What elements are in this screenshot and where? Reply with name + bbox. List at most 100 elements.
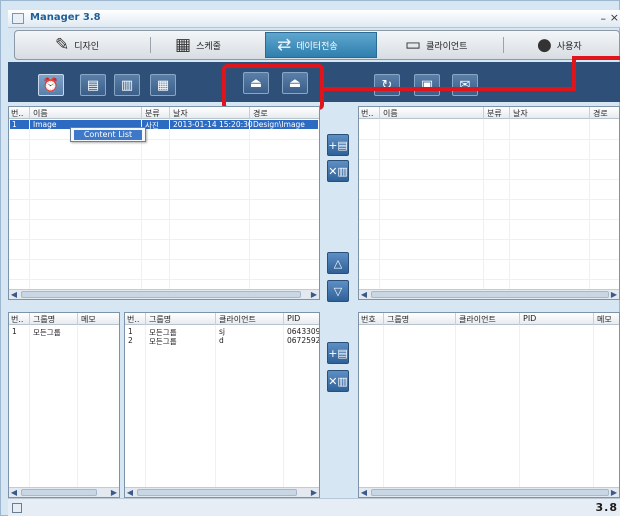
column-header[interactable]: PID bbox=[523, 314, 536, 323]
move-down-button[interactable]: ▽ bbox=[327, 280, 349, 302]
column-header[interactable]: 클라이언트 bbox=[459, 314, 496, 325]
alarm-view-button[interactable]: ⏰ bbox=[38, 74, 64, 96]
nav-item-client[interactable]: ▭ 클라이언트 bbox=[405, 33, 467, 57]
refresh-button[interactable]: ↻ bbox=[374, 74, 400, 96]
nav-item-label: 데이터전송 bbox=[296, 41, 338, 52]
column-header[interactable]: 경로 bbox=[253, 108, 268, 119]
delete-client-button[interactable]: ✕▥ bbox=[327, 370, 349, 392]
table-header: 번호 그룹명 클라이언트 PID 메모 bbox=[359, 313, 619, 325]
callout-line-vertical bbox=[572, 56, 576, 91]
scrollbar-thumb[interactable] bbox=[137, 489, 297, 496]
list-icon: ▤ bbox=[86, 77, 100, 93]
nav-item-design[interactable]: ✎ 디자인 bbox=[55, 33, 99, 57]
column-header[interactable]: 번호 bbox=[361, 314, 376, 325]
alarm-clock-icon: ⏰ bbox=[42, 77, 60, 93]
target-client-panel: 번호 그룹명 클라이언트 PID 메모 ◀ ▶ bbox=[358, 312, 620, 498]
scroll-left-icon[interactable]: ◀ bbox=[9, 488, 19, 497]
calendar-icon: ▦ bbox=[175, 34, 192, 55]
scroll-right-icon[interactable]: ▶ bbox=[309, 290, 319, 299]
table-icon: ▦ bbox=[156, 77, 170, 93]
column-header[interactable]: 날자 bbox=[173, 108, 188, 119]
column-header[interactable]: 분류 bbox=[487, 108, 502, 119]
column-header[interactable]: 그룹명 bbox=[387, 314, 409, 325]
scrollbar-thumb[interactable] bbox=[21, 489, 97, 496]
scroll-right-icon[interactable]: ▶ bbox=[609, 488, 619, 497]
column-header[interactable]: 그룹명 bbox=[33, 314, 55, 325]
column-header[interactable]: 클라이언트 bbox=[219, 314, 256, 325]
column-header[interactable]: 날자 bbox=[513, 108, 528, 119]
scroll-right-icon[interactable]: ▶ bbox=[309, 488, 319, 497]
column-header[interactable]: 번.. bbox=[361, 108, 373, 119]
column-header[interactable]: 이름 bbox=[33, 108, 48, 119]
scroll-left-icon[interactable]: ◀ bbox=[9, 290, 19, 299]
nav-item-label: 클라이언트 bbox=[426, 41, 468, 52]
horizontal-scrollbar[interactable]: ◀ ▶ bbox=[359, 289, 619, 299]
row-client: sj bbox=[219, 327, 225, 336]
content-list-panel: 번.. 이름 분류 날자 경로 1 Image 사진 2013-01-14 15… bbox=[8, 106, 320, 300]
column-header[interactable]: PID bbox=[287, 314, 300, 323]
row-number: 2 bbox=[128, 336, 133, 345]
table-header: 번.. 이름 분류 날자 경로 bbox=[9, 107, 319, 119]
context-menu-item-content-list[interactable]: Content List bbox=[74, 130, 142, 140]
horizontal-scrollbar[interactable]: ◀ ▶ bbox=[125, 487, 319, 497]
table-view-button[interactable]: ▦ bbox=[150, 74, 176, 96]
window-title: Manager 3.8 bbox=[30, 12, 101, 23]
row-date: 2013-01-14 15:20:30 bbox=[173, 120, 253, 129]
scrollbar-thumb[interactable] bbox=[371, 291, 609, 298]
table-header: 번.. 그룹명 메모 bbox=[9, 313, 119, 325]
row-pid: 06725928 bbox=[287, 336, 320, 345]
version-label: 3.8 bbox=[595, 501, 618, 514]
move-up-button[interactable]: △ bbox=[327, 252, 349, 274]
column-header[interactable]: 분류 bbox=[145, 108, 160, 119]
column-header[interactable]: 메모 bbox=[597, 314, 612, 325]
column-header[interactable]: 번.. bbox=[11, 108, 23, 119]
grid-view-button[interactable]: ▥ bbox=[114, 74, 140, 96]
minimize-icon[interactable]: – bbox=[601, 12, 607, 25]
horizontal-scrollbar[interactable]: ◀ ▶ bbox=[9, 289, 319, 299]
list-view-button[interactable]: ▤ bbox=[80, 74, 106, 96]
column-header[interactable]: 그룹명 bbox=[149, 314, 171, 325]
add-client-button[interactable]: +▤ bbox=[327, 342, 349, 364]
user-icon: ● bbox=[537, 34, 552, 55]
scroll-left-icon[interactable]: ◀ bbox=[359, 290, 369, 299]
column-header[interactable]: 이름 bbox=[383, 108, 398, 119]
row-number: 1 bbox=[12, 120, 17, 129]
callout-line-horizontal bbox=[324, 87, 576, 91]
nav-item-label: 디자인 bbox=[74, 41, 100, 52]
nav-item-label: 사용자 bbox=[556, 41, 582, 52]
mail-button[interactable]: ✉ bbox=[452, 74, 478, 96]
column-header[interactable]: 번.. bbox=[127, 314, 139, 325]
row-client: d bbox=[219, 336, 224, 345]
delete-content-button[interactable]: ✕▥ bbox=[327, 160, 349, 182]
title-bar: Manager 3.8 – × bbox=[8, 10, 620, 28]
scroll-right-icon[interactable]: ▶ bbox=[609, 290, 619, 299]
nav-separator bbox=[150, 37, 151, 53]
scrollbar-thumb[interactable] bbox=[371, 489, 609, 496]
close-icon[interactable]: × bbox=[610, 11, 619, 24]
transfer-list-panel: 번.. 이름 분류 날자 경로 ◀ ▶ bbox=[358, 106, 620, 300]
horizontal-scrollbar[interactable]: ◀ ▶ bbox=[9, 487, 119, 497]
nav-item-data-transfer[interactable]: ⇄ 데이터전송 bbox=[277, 33, 338, 57]
nav-item-user[interactable]: ● 사용자 bbox=[537, 33, 582, 57]
row-group[interactable]: 모든그룹 bbox=[33, 327, 61, 338]
add-icon: +▤ bbox=[328, 346, 348, 360]
add-icon: +▤ bbox=[328, 138, 348, 152]
nav-item-schedule[interactable]: ▦ 스케줄 bbox=[175, 33, 221, 57]
app-icon bbox=[12, 13, 24, 24]
table-header: 번.. 이름 분류 날자 경로 bbox=[359, 107, 619, 119]
add-content-button[interactable]: +▤ bbox=[327, 134, 349, 156]
column-header[interactable]: 메모 bbox=[81, 314, 96, 325]
client-panel: 번.. 그룹명 클라이언트 PID 1 모든그룹 sj 06433096 2 모… bbox=[124, 312, 320, 498]
arrow-up-icon: △ bbox=[333, 256, 343, 270]
row-pid: 06433096 bbox=[287, 327, 320, 336]
horizontal-scrollbar[interactable]: ◀ ▶ bbox=[359, 487, 619, 497]
scroll-left-icon[interactable]: ◀ bbox=[359, 488, 369, 497]
row-path: Design\Image bbox=[253, 120, 305, 129]
column-header[interactable]: 경로 bbox=[593, 108, 608, 119]
scroll-left-icon[interactable]: ◀ bbox=[125, 488, 135, 497]
scrollbar-thumb[interactable] bbox=[21, 291, 301, 298]
nav-item-label: 스케줄 bbox=[196, 41, 221, 52]
column-header[interactable]: 번.. bbox=[11, 314, 23, 325]
save-button[interactable]: ▣ bbox=[414, 74, 440, 96]
scroll-right-icon[interactable]: ▶ bbox=[109, 488, 119, 497]
